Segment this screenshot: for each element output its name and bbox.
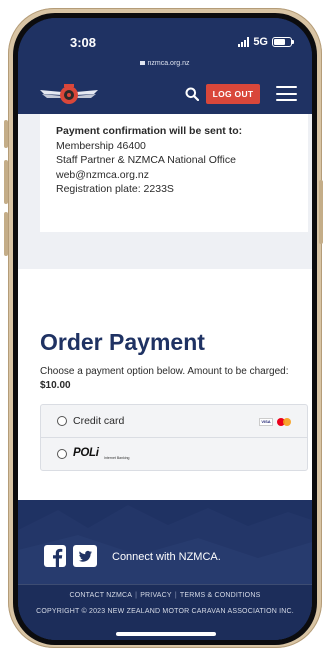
recipient-line: Staff Partner & NZMCA National Office xyxy=(56,154,236,166)
poli-logo: POLi xyxy=(73,447,99,459)
footer-link-terms[interactable]: TERMS & CONDITIONS xyxy=(180,592,261,599)
logout-button[interactable]: LOG OUT xyxy=(206,84,260,104)
lock-icon xyxy=(140,61,146,65)
status-indicators: 5G xyxy=(238,36,294,48)
network-type: 5G xyxy=(253,36,268,48)
hamburger-menu-icon[interactable] xyxy=(276,86,297,101)
poli-sublabel: Internet Banking xyxy=(104,456,130,460)
payment-options: Credit card VISA POLi Internet Banking xyxy=(40,404,308,471)
poli-radio[interactable] xyxy=(57,449,67,459)
phone-power-button xyxy=(319,180,323,244)
registration-line: Registration plate: 2233S xyxy=(56,183,174,195)
visa-icon: VISA xyxy=(259,418,273,426)
footer-link-privacy[interactable]: PRIVACY xyxy=(140,592,172,599)
phone-screen: 3:08 5G nzmca.org.nz LOG OUT Payment con… xyxy=(18,18,312,640)
footer-links: CONTACT NZMCA | PRIVACY | TERMS & CONDITIONS xyxy=(18,592,312,599)
email-line: web@nzmca.org.nz xyxy=(56,168,149,181)
footer-divider xyxy=(18,584,312,585)
mastercard-icon xyxy=(277,418,291,426)
site-header: LOG OUT xyxy=(18,74,312,114)
status-time: 3:08 xyxy=(70,35,97,50)
phone-side-button xyxy=(4,120,8,148)
nzmca-logo-icon[interactable] xyxy=(38,81,100,107)
link-separator: | xyxy=(174,592,177,599)
phone-volume-up-button xyxy=(4,160,8,204)
payment-option-credit-card[interactable]: Credit card VISA xyxy=(41,405,307,438)
confirmation-title: Payment confirmation will be sent to: xyxy=(56,125,243,137)
footer-mountain-background xyxy=(18,505,312,640)
confirmation-card: Payment confirmation will be sent to: Me… xyxy=(40,114,308,232)
battery-icon xyxy=(272,37,294,47)
site-footer: Connect with NZMCA. CONTACT NZMCA | PRIVAC… xyxy=(18,500,312,640)
phone-volume-down-button xyxy=(4,212,8,256)
payment-option-poli[interactable]: POLi Internet Banking xyxy=(41,438,307,471)
url-bar[interactable]: nzmca.org.nz xyxy=(18,60,312,67)
home-indicator[interactable] xyxy=(116,632,216,636)
order-description-text: Choose a payment option below. Amount to… xyxy=(40,366,289,377)
order-amount: $10.00 xyxy=(40,380,71,391)
copyright-text: COPYRIGHT © 2023 NEW ZEALAND MOTOR CARAV… xyxy=(36,608,294,615)
search-icon[interactable] xyxy=(185,87,199,101)
status-bar: 3:08 5G nzmca.org.nz xyxy=(18,18,312,74)
credit-card-label: Credit card xyxy=(73,415,125,427)
url-text: nzmca.org.nz xyxy=(147,60,190,67)
order-payment-title: Order Payment xyxy=(40,329,205,355)
main-content: Payment confirmation will be sent to: Me… xyxy=(18,114,312,546)
link-separator: | xyxy=(135,592,138,599)
credit-card-radio[interactable] xyxy=(57,416,67,426)
twitter-icon[interactable] xyxy=(73,545,97,567)
confirmation-section: Payment confirmation will be sent to: Me… xyxy=(18,114,312,269)
order-description: Choose a payment option below. Amount to… xyxy=(40,365,295,393)
connect-text: Connect with NZMCA. xyxy=(112,551,221,563)
membership-line: Membership 46400 xyxy=(56,139,146,152)
facebook-icon[interactable] xyxy=(44,545,66,567)
footer-link-contact[interactable]: CONTACT NZMCA xyxy=(70,592,133,599)
signal-icon xyxy=(238,37,250,47)
